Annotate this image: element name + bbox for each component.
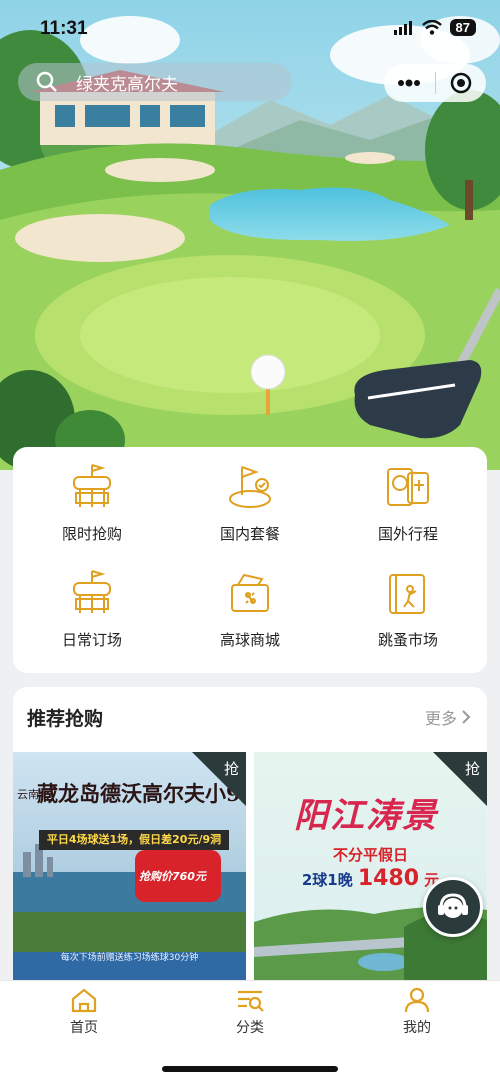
headset-icon: [438, 893, 468, 918]
tab-label: 首页: [70, 1020, 98, 1036]
flash-sale-icon: [73, 464, 111, 507]
target-icon: [450, 72, 471, 94]
golf-flag-icon: [229, 466, 271, 508]
card-brand: 云南: [17, 788, 39, 801]
category-label: 跳蚤市场: [377, 631, 438, 649]
tab-profile[interactable]: 我的: [357, 987, 477, 1037]
tab-category[interactable]: 分类: [190, 987, 310, 1037]
card-price: 抢购价760元: [139, 870, 206, 883]
category-icon: [238, 990, 264, 1012]
mall-icon: [231, 573, 269, 612]
category-label: 日常订场: [61, 631, 122, 649]
product-cards: 云南 藏龙岛德沃高尔夫小9洞 平日4场球送1场，假日差20元/9洞 抢购价760…: [13, 752, 487, 992]
category-flea-market[interactable]: 跳蚤市场: [329, 567, 487, 667]
card-headline: 阳江涛景: [294, 796, 438, 836]
wifi-icon: [421, 20, 442, 35]
category-panel: 限时抢购 国内套餐 国外行程 日常订场 高球商城 跳蚤市场: [13, 447, 487, 673]
signal-icon: [393, 20, 412, 35]
customer-service-button[interactable]: [423, 877, 483, 937]
card-subline: 平日4场球送1场，假日差20元/9洞: [39, 830, 229, 850]
search-icon: [36, 71, 57, 92]
chevron-right-icon: [462, 710, 471, 724]
close-button[interactable]: [436, 64, 487, 102]
status-icons: 87: [393, 19, 476, 36]
more-dots-icon: [398, 79, 421, 87]
product-card[interactable]: 云南 藏龙岛德沃高尔夫小9洞 平日4场球送1场，假日差20元/9洞 抢购价760…: [13, 752, 246, 992]
card-price: 1480: [357, 866, 420, 891]
tab-label: 分类: [236, 1020, 264, 1036]
category-grid: 限时抢购 国内套餐 国外行程 日常订场 高球商城 跳蚤市场: [13, 447, 487, 673]
category-label: 国内套餐: [219, 525, 280, 543]
flash-badge-text: 抢: [223, 760, 239, 778]
category-mall[interactable]: 高球商城: [171, 567, 329, 667]
category-flash-sale[interactable]: 限时抢购: [13, 461, 171, 561]
category-overseas[interactable]: 国外行程: [329, 461, 487, 561]
user-icon: [404, 987, 430, 1013]
category-daily-booking[interactable]: 日常订场: [13, 567, 171, 667]
more-link[interactable]: 更多: [425, 705, 471, 729]
search-bar[interactable]: 绿夹克高尔夫: [18, 63, 292, 101]
card-subline: 不分平假日: [332, 846, 408, 864]
passport-icon: [387, 468, 429, 506]
category-label: 国外行程: [377, 525, 438, 543]
more-button[interactable]: [384, 64, 435, 102]
category-domestic[interactable]: 国内套餐: [171, 461, 329, 561]
card-footnote: 每次下场前赠送练习场练球30分钟: [60, 953, 199, 963]
status-bar: 11:31 87: [0, 0, 500, 58]
tab-label: 我的: [403, 1020, 431, 1036]
booking-icon: [73, 570, 111, 613]
category-label: 限时抢购: [61, 525, 122, 543]
flash-badge-text: 抢: [464, 760, 480, 778]
category-label: 高球商城: [219, 631, 280, 649]
home-indicator: [162, 1066, 338, 1072]
more-label: 更多: [424, 709, 457, 728]
clock: 11:31: [40, 18, 88, 39]
mini-program-capsule: [384, 64, 486, 102]
home-icon: [71, 988, 97, 1013]
card-price-prefix: 2球1晚: [301, 871, 353, 889]
battery-indicator: 87: [449, 19, 476, 36]
recommend-header: 推荐抢购 更多: [13, 687, 487, 747]
search-text: 绿夹克高尔夫: [76, 74, 178, 95]
recommend-title: 推荐抢购: [27, 707, 104, 730]
product-card[interactable]: 阳江涛景 不分平假日 2球1晚 1480 元 抢: [254, 752, 487, 992]
market-icon: [389, 574, 425, 614]
tab-home[interactable]: 首页: [24, 987, 144, 1037]
